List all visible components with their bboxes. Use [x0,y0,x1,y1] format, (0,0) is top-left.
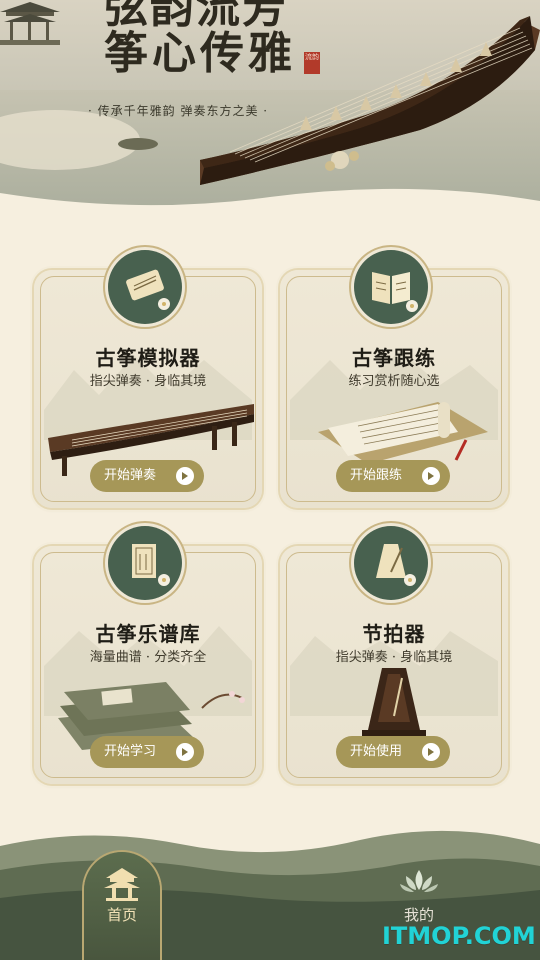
arrow-right-icon [176,743,194,761]
hero-banner: 弦韵流芳 筝心传雅 流韵 · 传承千年雅韵 弹奏东方之美 · [0,0,540,215]
card-subtitle: 海量曲谱 · 分类齐全 [89,650,207,665]
island-decoration [118,138,158,150]
card-title: 古筝乐谱库 [95,622,201,646]
card-subtitle: 练习赏析随心选 [348,374,440,389]
card-title: 古筝跟练 [352,346,436,370]
button-label: 开始使用 [350,744,403,759]
metronome-icon [354,526,428,600]
start-playing-button[interactable]: 开始弹奏 [90,460,204,492]
lotus-icon [400,870,438,892]
watermark-text: ITMOP.COM [382,922,536,950]
card-subtitle: 指尖弹奏 · 身临其境 [89,374,207,389]
card-sheet-music-library[interactable]: 古筝乐谱库 海量曲谱 · 分类齐全 开始学习 [34,526,262,784]
card-title: 古筝模拟器 [95,346,201,370]
arrow-right-icon [422,467,440,485]
start-practice-button[interactable]: 开始跟练 [336,460,450,492]
arrow-right-icon [422,743,440,761]
card-title: 节拍器 [362,622,426,646]
button-label: 开始跟练 [350,468,403,483]
pavilion-icon [0,2,60,45]
card-subtitle: 指尖弹奏 · 身临其境 [335,650,453,665]
start-using-button[interactable]: 开始使用 [336,736,450,768]
button-label: 开始学习 [104,744,157,759]
nav-home-label: 首页 [106,906,137,924]
start-learning-button[interactable]: 开始学习 [90,736,204,768]
card-guzheng-practice[interactable]: 古筝跟练 练习赏析随心选 开始跟练 [280,250,508,508]
button-label: 开始弹奏 [104,468,157,483]
card-guzheng-simulator[interactable]: 古筝模拟器 指尖弹奏 · 身临其境 开始弹奏 [34,250,262,508]
banner-wave-edge [0,188,540,215]
nav-home-tab[interactable]: 首页 [84,852,160,960]
sheet-music-icon [108,526,182,600]
arrow-right-icon [176,467,194,485]
book-icon [354,250,428,324]
scroll-icon [108,250,182,324]
card-metronome[interactable]: 节拍器 指尖弹奏 · 身临其境 开始使用 [280,526,508,784]
